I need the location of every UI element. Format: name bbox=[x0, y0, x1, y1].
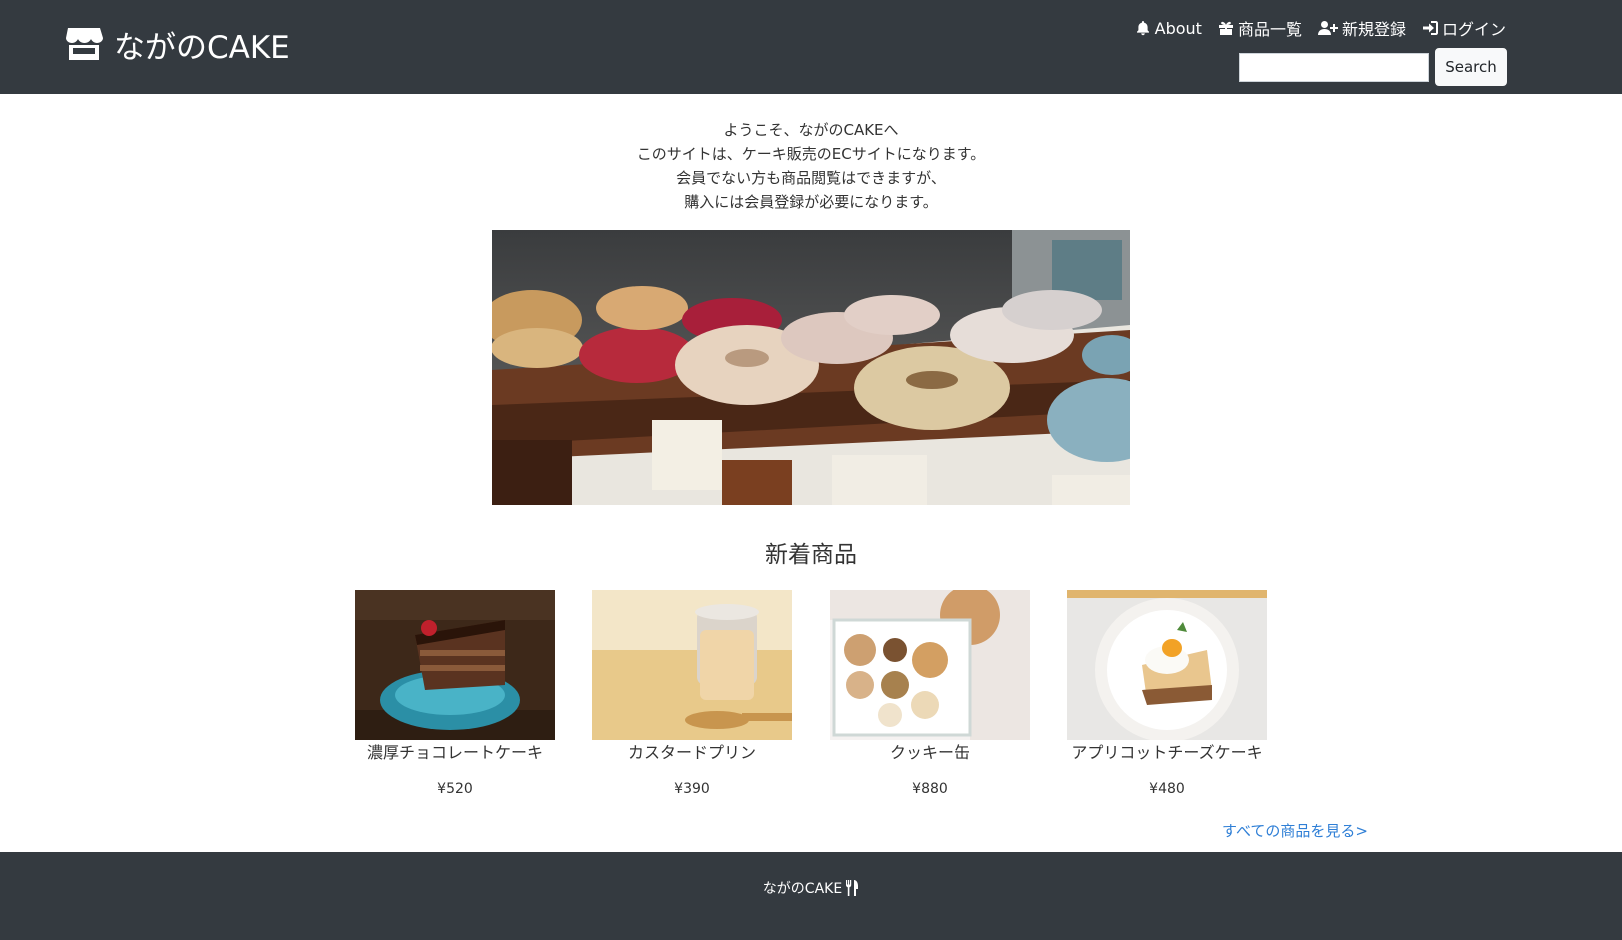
footer: ながのCAKE bbox=[0, 852, 1622, 940]
store-icon bbox=[66, 28, 103, 60]
nav-about[interactable]: About bbox=[1135, 19, 1202, 38]
nav-signup[interactable]: 新規登録 bbox=[1317, 16, 1406, 40]
welcome-line: このサイトは、ケーキ販売のECサイトになります。 bbox=[636, 145, 986, 163]
nav-products[interactable]: 商品一覧 bbox=[1218, 16, 1302, 40]
welcome-line: 購入には会員登録が必要になります。 bbox=[684, 193, 938, 211]
nav-about-label: About bbox=[1154, 18, 1202, 38]
search-button[interactable]: Search bbox=[1435, 48, 1507, 86]
product-card[interactable]: カスタードプリン ¥390 bbox=[592, 590, 792, 797]
product-price: ¥390 bbox=[674, 781, 710, 797]
product-name: カスタードプリン bbox=[627, 743, 756, 762]
product-image bbox=[355, 590, 555, 740]
hero-image bbox=[492, 230, 1130, 505]
new-products-title: 新着商品 bbox=[765, 542, 857, 568]
nav-products-label: 商品一覧 bbox=[1237, 20, 1302, 39]
brand-name: ながのCAKE bbox=[114, 29, 290, 66]
nav-signup-label: 新規登録 bbox=[1341, 20, 1406, 39]
search-form: Search bbox=[1239, 48, 1507, 86]
product-image bbox=[830, 590, 1030, 740]
product-price: ¥880 bbox=[912, 781, 948, 797]
navbar: ながのCAKE About 商品一覧 新規登録 ログイン Search bbox=[0, 0, 1622, 94]
product-card[interactable]: クッキー缶 ¥880 bbox=[830, 590, 1030, 797]
product-price: ¥520 bbox=[437, 781, 473, 797]
utensils-icon bbox=[846, 880, 859, 896]
see-all-products-link[interactable]: すべての商品を見る> bbox=[1222, 820, 1368, 841]
product-card[interactable]: 濃厚チョコレートケーキ ¥520 bbox=[355, 590, 555, 797]
welcome-message: ようこそ、ながのCAKEへ このサイトは、ケーキ販売のECサイトになります。 会… bbox=[0, 118, 1622, 214]
footer-text: ながのCAKE bbox=[762, 881, 843, 897]
gift-icon bbox=[1218, 21, 1233, 35]
search-input[interactable] bbox=[1239, 52, 1429, 82]
product-image bbox=[592, 590, 792, 740]
nav-login[interactable]: ログイン bbox=[1422, 16, 1506, 40]
nav-login-label: ログイン bbox=[1441, 20, 1506, 39]
product-price: ¥480 bbox=[1149, 781, 1185, 797]
product-card[interactable]: アプリコットチーズケーキ ¥480 bbox=[1067, 590, 1267, 797]
bell-icon bbox=[1136, 21, 1149, 36]
brand-link[interactable]: ながのCAKE bbox=[64, 24, 290, 66]
product-name: クッキー缶 bbox=[889, 743, 970, 762]
product-name: 濃厚チョコレートケーキ bbox=[366, 743, 543, 762]
sign-in-icon bbox=[1422, 21, 1438, 35]
product-name: アプリコットチーズケーキ bbox=[1071, 743, 1263, 762]
footer-brand: ながのCAKE bbox=[0, 878, 1622, 898]
product-image bbox=[1067, 590, 1267, 740]
user-plus-icon bbox=[1317, 21, 1338, 35]
welcome-line: ようこそ、ながのCAKEへ bbox=[723, 121, 899, 139]
nav-links: About 商品一覧 新規登録 ログイン bbox=[1119, 16, 1506, 40]
welcome-line: 会員でない方も商品閲覧はできますが、 bbox=[676, 169, 946, 187]
